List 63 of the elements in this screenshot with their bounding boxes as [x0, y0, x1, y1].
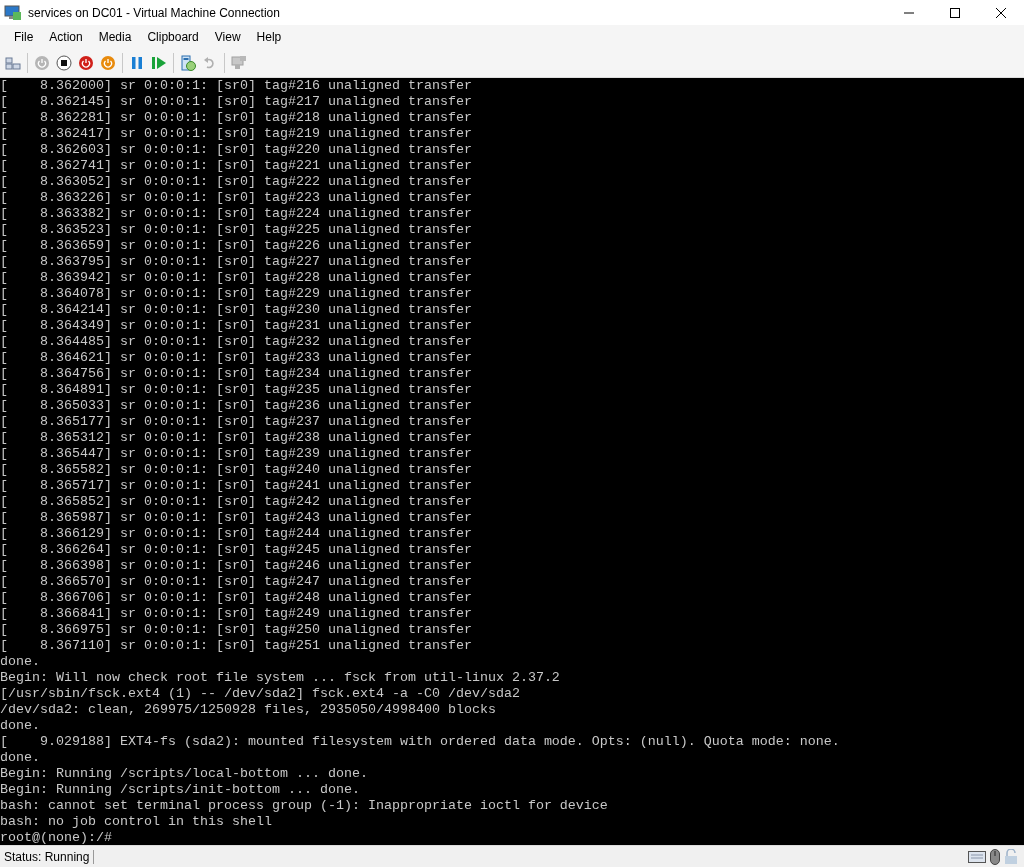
console-line: [ 8.362000] sr 0:0:0:1: [sr0] tag#216 unaligned transfer [0, 78, 472, 94]
console-line: [/usr/sbin/fsck.ext4 (1) -- /dev/sda2] fsck.ext4 -a -C0 /dev/sda2 [0, 686, 520, 702]
console-line: [ 8.366264] sr 0:0:0:1: [sr0] tag#245 unaligned transfer [0, 542, 472, 558]
console-line: [ 8.363052] sr 0:0:0:1: [sr0] tag#222 unaligned transfer [0, 174, 472, 190]
menu-item[interactable]: Clipboard [139, 30, 207, 44]
console-line: [ 8.364214] sr 0:0:0:1: [sr0] tag#230 unaligned transfer [0, 302, 472, 318]
menu-item[interactable]: Media [90, 30, 140, 44]
console-line: [ 8.366706] sr 0:0:0:1: [sr0] tag#248 unaligned transfer [0, 590, 472, 606]
console-line: [ 8.364485] sr 0:0:0:1: [sr0] tag#232 unaligned transfer [0, 334, 472, 350]
console-line: Begin: Will now check root file system ... fsck from util-linux 2.37.2 [0, 670, 560, 686]
console-line: [ 8.365033] sr 0:0:0:1: [sr0] tag#236 unaligned transfer [0, 398, 472, 414]
console-line: [ 8.362741] sr 0:0:0:1: [sr0] tag#221 unaligned transfer [0, 158, 472, 174]
console-line: [ 8.363942] sr 0:0:0:1: [sr0] tag#228 unaligned transfer [0, 270, 472, 286]
menu-item[interactable]: Help [248, 30, 290, 44]
console-line: [ 8.364078] sr 0:0:0:1: [sr0] tag#229 unaligned transfer [0, 286, 472, 302]
console-line: done. [0, 654, 40, 670]
console-line: [ 8.362417] sr 0:0:0:1: [sr0] tag#219 unaligned transfer [0, 126, 472, 142]
console-line: done. [0, 750, 40, 766]
window-title: services on DC01 - Virtual Machine Connection [28, 5, 281, 20]
console-line: [ 8.365312] sr 0:0:0:1: [sr0] tag#238 unaligned transfer [0, 430, 472, 446]
console-line: [ 8.363659] sr 0:0:0:1: [sr0] tag#226 unaligned transfer [0, 238, 472, 254]
console-line: [ 8.363226] sr 0:0:0:1: [sr0] tag#223 unaligned transfer [0, 190, 472, 206]
console-line: [ 8.366398] sr 0:0:0:1: [sr0] tag#246 unaligned transfer [0, 558, 472, 574]
console-line: [ 8.363795] sr 0:0:0:1: [sr0] tag#227 unaligned transfer [0, 254, 472, 270]
maximize-icon[interactable] [950, 7, 960, 18]
console-line: [ 8.362145] sr 0:0:0:1: [sr0] tag#217 unaligned transfer [0, 94, 472, 110]
console-line: /dev/sda2: clean, 269975/1250928 files, 2935050/4998400 blocks [0, 702, 496, 718]
console-line: [ 8.364891] sr 0:0:0:1: [sr0] tag#235 unaligned transfer [0, 382, 472, 398]
console-line: [ 8.364621] sr 0:0:0:1: [sr0] tag#233 unaligned transfer [0, 350, 472, 366]
console-line: [ 8.365717] sr 0:0:0:1: [sr0] tag#241 unaligned transfer [0, 478, 472, 494]
monitor-icon [4, 4, 22, 21]
console-line: root@(none):/# [0, 830, 112, 845]
console-line: [ 8.364756] sr 0:0:0:1: [sr0] tag#234 unaligned transfer [0, 366, 472, 382]
keyboard-icon [968, 850, 986, 863]
console-line: [ 8.363382] sr 0:0:0:1: [sr0] tag#224 unaligned transfer [0, 206, 472, 222]
menu-item[interactable]: File [6, 30, 42, 44]
mouse-icon [990, 848, 1000, 865]
console-line: [ 8.362281] sr 0:0:0:1: [sr0] tag#218 unaligned transfer [0, 110, 472, 126]
padlock-icon [1004, 848, 1018, 865]
console-line: [ 8.364349] sr 0:0:0:1: [sr0] tag#231 unaligned transfer [0, 318, 472, 334]
console-line: [ 8.367110] sr 0:0:0:1: [sr0] tag#251 unaligned transfer [0, 638, 472, 654]
console-line: Begin: Running /scripts/init-bottom ... done. [0, 782, 360, 798]
console-line: done. [0, 718, 40, 734]
console-line: [ 8.365852] sr 0:0:0:1: [sr0] tag#242 unaligned transfer [0, 494, 472, 510]
console-line: [ 8.365987] sr 0:0:0:1: [sr0] tag#243 unaligned transfer [0, 510, 472, 526]
console-line: [ 8.365177] sr 0:0:0:1: [sr0] tag#237 unaligned transfer [0, 414, 472, 430]
stop-icon[interactable] [53, 52, 75, 74]
console-line: [ 8.366570] sr 0:0:0:1: [sr0] tag#247 unaligned transfer [0, 574, 472, 590]
console-line: Begin: Running /scripts/local-bottom ... done. [0, 766, 368, 782]
menu-item[interactable]: View [206, 30, 249, 44]
close-icon[interactable] [996, 7, 1006, 18]
console-line: [ 8.363523] sr 0:0:0:1: [sr0] tag#225 unaligned transfer [0, 222, 472, 238]
menu-item[interactable]: Action [41, 30, 91, 44]
console-line: [ 8.365582] sr 0:0:0:1: [sr0] tag#240 unaligned transfer [0, 462, 472, 478]
console-line: [ 8.366841] sr 0:0:0:1: [sr0] tag#249 unaligned transfer [0, 606, 472, 622]
console-line: [ 8.362603] sr 0:0:0:1: [sr0] tag#220 unaligned transfer [0, 142, 472, 158]
console-line: [ 9.029188] EXT4-fs (sda2): mounted filesystem with ordered data mode. Opts: (null). Quota mode: none. [0, 734, 840, 750]
status-text: Status: Running [0, 849, 95, 864]
console-line: bash: cannot set terminal process group (-1): Inappropriate ioctl for device [0, 798, 608, 814]
console-line: [ 8.365447] sr 0:0:0:1: [sr0] tag#239 unaligned transfer [0, 446, 472, 462]
console-line: [ 8.366975] sr 0:0:0:1: [sr0] tag#250 unaligned transfer [0, 622, 472, 638]
console-line: [ 8.366129] sr 0:0:0:1: [sr0] tag#244 unaligned transfer [0, 526, 472, 542]
console-line: bash: no job control in this shell [0, 814, 272, 830]
